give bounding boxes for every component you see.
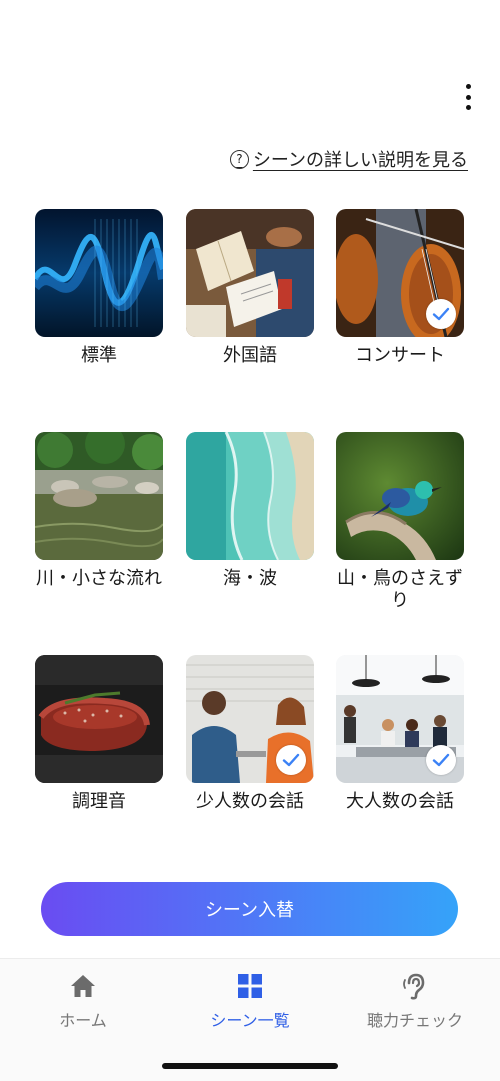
tab-label: ホーム	[59, 1011, 107, 1030]
scene-tile-sea[interactable]: 海・波	[186, 432, 314, 590]
scene-image-mountain-birds	[336, 432, 464, 560]
scene-tile-small-group[interactable]: 少人数の会話	[186, 655, 314, 813]
scene-label: コンサート	[355, 345, 445, 366]
more-dot	[465, 94, 471, 100]
scene-image-standard	[35, 209, 163, 337]
scene-image-cooking	[35, 655, 163, 783]
tab-home[interactable]: ホーム	[3, 971, 163, 1031]
selected-check-icon	[426, 299, 456, 329]
grid-icon	[235, 971, 265, 1001]
home-indicator[interactable]	[162, 1063, 338, 1069]
scene-label: 調理音	[72, 791, 126, 812]
scene-label: 大人数の会話	[346, 791, 454, 812]
scene-image-sea	[186, 432, 314, 560]
selected-check-icon	[426, 745, 456, 775]
more-dot	[465, 84, 471, 89]
tab-hearing-check[interactable]: 聴力チェック	[335, 971, 495, 1031]
help-circle-icon: ?	[229, 149, 249, 169]
ear-icon	[400, 971, 430, 1001]
scene-tile-standard[interactable]: 標準	[35, 209, 163, 367]
scene-image-foreign-language	[186, 209, 314, 337]
scene-label: 川・小さな流れ	[36, 568, 162, 589]
tab-scene-list[interactable]: シーン一覧	[170, 971, 330, 1031]
scene-label: 海・波	[223, 568, 277, 589]
scene-image-stream	[35, 432, 163, 560]
scene-tile-cooking[interactable]: 調理音	[35, 655, 163, 813]
scene-label: 外国語	[223, 345, 277, 366]
scene-tile-concert[interactable]: コンサート	[336, 209, 464, 367]
scene-label: 少人数の会話	[196, 791, 304, 812]
scene-tile-mountain-birds[interactable]: 山・鳥のさえずり	[336, 432, 464, 612]
scene-label: 山・鳥のさえずり	[337, 568, 463, 611]
scene-help-link[interactable]: ? シーンの詳しい説明を見る	[229, 146, 468, 172]
scene-tile-stream[interactable]: 川・小さな流れ	[35, 432, 163, 590]
scene-tile-foreign-language[interactable]: 外国語	[186, 209, 314, 367]
tab-label: 聴力チェック	[366, 1011, 463, 1030]
scene-image-concert	[336, 209, 464, 337]
tab-label: シーン一覧	[210, 1011, 290, 1030]
scene-tile-large-group[interactable]: 大人数の会話	[336, 655, 464, 813]
selected-check-icon	[276, 745, 306, 775]
more-dot	[465, 105, 471, 110]
scene-image-large-group	[336, 655, 464, 783]
scene-label: 標準	[81, 345, 117, 366]
scene-image-small-group	[186, 655, 314, 783]
swap-scenes-button[interactable]: シーン入替	[41, 882, 458, 936]
home-icon	[68, 971, 98, 1001]
more-vertical-icon[interactable]	[458, 84, 478, 110]
scene-help-label: シーンの詳しい説明を見る	[252, 150, 468, 171]
